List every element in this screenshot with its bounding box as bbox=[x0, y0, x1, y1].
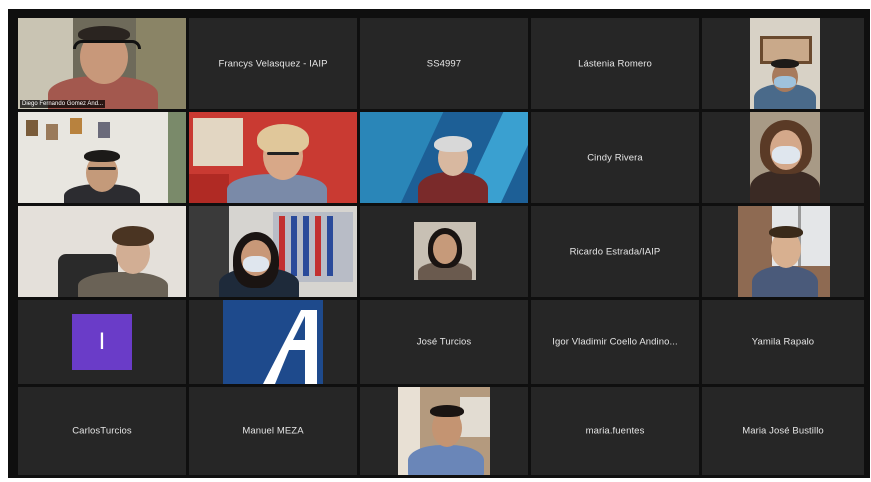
participant-tile[interactable]: Maria José Bustillo bbox=[702, 387, 864, 475]
participant-tile[interactable]: Manuel MEZA bbox=[189, 387, 357, 475]
participant-video bbox=[414, 222, 476, 280]
participant-name-label: Diego Fernando Gomez And... bbox=[20, 100, 106, 108]
participant-tile[interactable]: Igor Vladimir Coello Andino... bbox=[531, 300, 699, 384]
participant-name: maria.fuentes bbox=[585, 425, 645, 437]
participant-tile[interactable]: Ricardo Estrada/IAIP bbox=[531, 206, 699, 297]
participant-name: SS4997 bbox=[426, 58, 462, 69]
participant-tile[interactable]: Yamila Rapalo bbox=[702, 300, 864, 384]
participant-name: Yamila Rapalo bbox=[751, 336, 815, 348]
participant-tile[interactable]: maria.fuentes bbox=[531, 387, 699, 475]
participant-video bbox=[18, 112, 186, 203]
participant-tile[interactable] bbox=[360, 387, 528, 475]
participant-video bbox=[189, 206, 357, 297]
participant-name: Lástenia Romero bbox=[578, 58, 652, 69]
participant-tile[interactable]: Francys Velasquez - IAIP bbox=[189, 18, 357, 109]
participant-tile[interactable] bbox=[702, 206, 864, 297]
participant-video bbox=[750, 112, 820, 203]
participant-name: Francys Velasquez - IAIP bbox=[218, 58, 328, 69]
participant-tile[interactable] bbox=[189, 206, 357, 297]
participant-name: Manuel MEZA bbox=[242, 425, 304, 437]
participant-tile[interactable] bbox=[189, 112, 357, 203]
participant-video bbox=[18, 18, 186, 109]
participant-tile[interactable] bbox=[702, 18, 864, 109]
participant-tile[interactable]: Cindy Rivera bbox=[531, 112, 699, 203]
participant-name: Igor Vladimir Coello Andino... bbox=[552, 336, 678, 348]
logo-icon bbox=[263, 310, 317, 384]
participant-tile[interactable] bbox=[360, 112, 528, 203]
participant-video bbox=[360, 112, 528, 203]
participant-tile[interactable] bbox=[360, 206, 528, 297]
participant-video bbox=[398, 387, 490, 475]
participant-avatar: I bbox=[72, 314, 132, 370]
participant-tile[interactable]: SS4997 bbox=[360, 18, 528, 109]
participant-video bbox=[738, 206, 830, 297]
participant-name: José Turcios bbox=[416, 336, 472, 348]
participant-tile[interactable]: CarlosTurcios bbox=[18, 387, 186, 475]
participant-tile-active-speaker[interactable]: Diego Fernando Gomez And... bbox=[18, 18, 186, 109]
participant-name: Ricardo Estrada/IAIP bbox=[569, 246, 661, 257]
organization-logo bbox=[223, 300, 323, 384]
participant-video bbox=[750, 18, 820, 109]
zoom-gallery-view: Diego Fernando Gomez And... Francys Vela… bbox=[8, 9, 870, 478]
participant-tile[interactable] bbox=[18, 112, 186, 203]
participant-tile[interactable] bbox=[702, 112, 864, 203]
participant-name: CarlosTurcios bbox=[72, 425, 132, 437]
participant-video bbox=[18, 206, 186, 297]
participant-tile[interactable]: José Turcios bbox=[360, 300, 528, 384]
participant-tile[interactable] bbox=[189, 300, 357, 384]
participant-name: Maria José Bustillo bbox=[742, 425, 824, 437]
participant-tile[interactable]: Lástenia Romero bbox=[531, 18, 699, 109]
participant-name: Cindy Rivera bbox=[587, 152, 643, 163]
participant-video bbox=[189, 112, 357, 203]
participant-tile[interactable]: I bbox=[18, 300, 186, 384]
participant-tile[interactable] bbox=[18, 206, 186, 297]
